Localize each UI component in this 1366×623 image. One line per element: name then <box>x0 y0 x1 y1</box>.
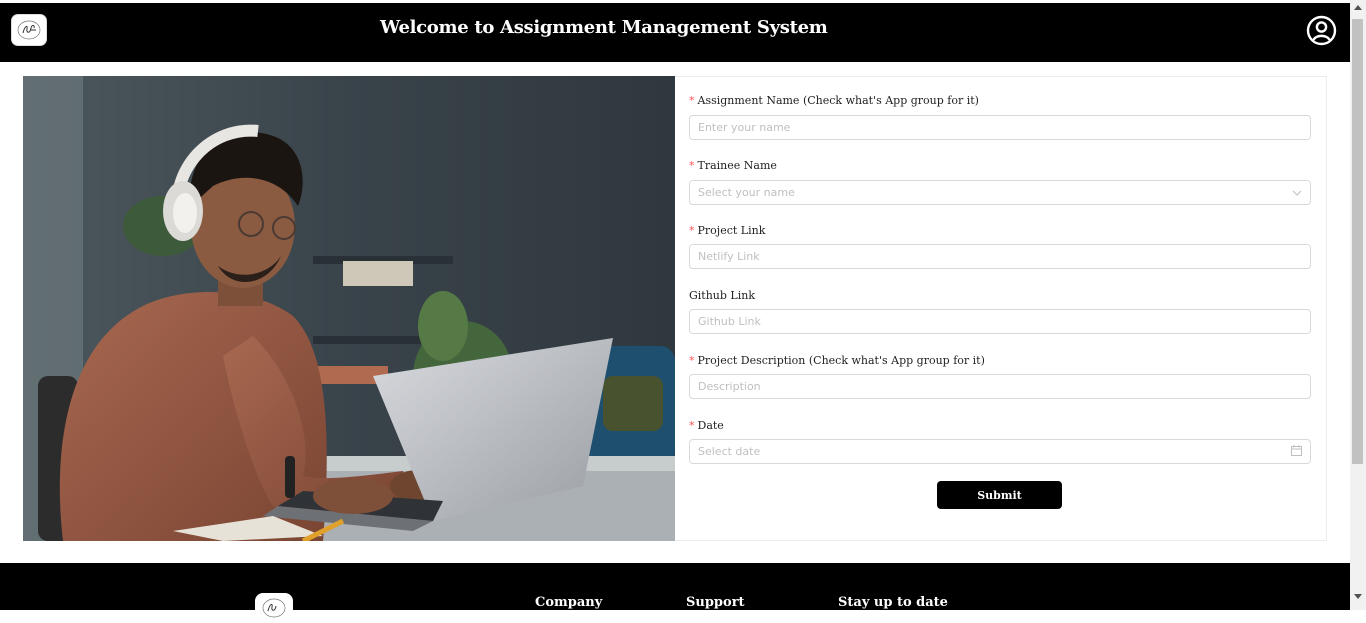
assignment-name-input[interactable]: Enter your name <box>689 115 1311 140</box>
required-marker: * <box>689 94 695 107</box>
footer-heading-company: Company <box>535 595 603 610</box>
required-marker: * <box>689 224 695 237</box>
page-scrollbar[interactable] <box>1350 0 1366 610</box>
scroll-up-arrow-icon[interactable] <box>1350 4 1366 16</box>
date-picker-input[interactable]: Select date <box>689 439 1311 464</box>
input-placeholder: Description <box>698 380 761 393</box>
page-title: Welcome to Assignment Management System <box>380 17 828 38</box>
project-link-input[interactable]: Netlify Link <box>689 244 1311 269</box>
calendar-icon <box>1291 444 1302 459</box>
assignment-name-label: * Assignment Name (Check what's App group… <box>689 94 979 107</box>
github-link-label: Github Link <box>689 289 756 302</box>
footer-logo[interactable] <box>255 593 293 623</box>
assignment-form: * Assignment Name (Check what's App group… <box>675 76 1327 541</box>
top-navbar: Welcome to Assignment Management System <box>0 3 1350 62</box>
project-description-input[interactable]: Description <box>689 374 1311 399</box>
date-label: * Date <box>689 419 724 432</box>
trainee-name-select[interactable]: Select your name <box>689 180 1311 205</box>
scroll-down-arrow-icon[interactable] <box>1350 594 1366 606</box>
sf-monogram-logo-icon <box>262 598 286 618</box>
required-marker: * <box>689 159 695 172</box>
select-placeholder: Select your name <box>698 186 795 199</box>
chevron-down-icon <box>1292 186 1302 199</box>
trainee-name-label: * Trainee Name <box>689 159 777 172</box>
brand-logo[interactable] <box>12 15 46 45</box>
footer-heading-stay-up-to-date: Stay up to date <box>838 595 948 610</box>
input-placeholder: Github Link <box>698 315 761 328</box>
footer-heading-support: Support <box>686 595 745 610</box>
required-marker: * <box>689 354 695 367</box>
page-footer: Company Support Stay up to date <box>0 563 1350 623</box>
submit-button[interactable]: Submit <box>937 481 1062 509</box>
input-placeholder: Enter your name <box>698 121 791 134</box>
project-description-label: * Project Description (Check what's App g… <box>689 354 985 367</box>
date-placeholder: Select date <box>698 445 761 458</box>
github-link-input[interactable]: Github Link <box>689 309 1311 334</box>
scroll-thumb[interactable] <box>1352 19 1363 464</box>
required-marker: * <box>689 419 695 432</box>
student-with-laptop-photo <box>23 76 675 541</box>
input-placeholder: Netlify Link <box>698 250 760 263</box>
project-link-label: * Project Link <box>689 224 766 237</box>
sf-monogram-logo-icon <box>17 20 41 40</box>
user-circle-icon[interactable] <box>1306 15 1337 46</box>
